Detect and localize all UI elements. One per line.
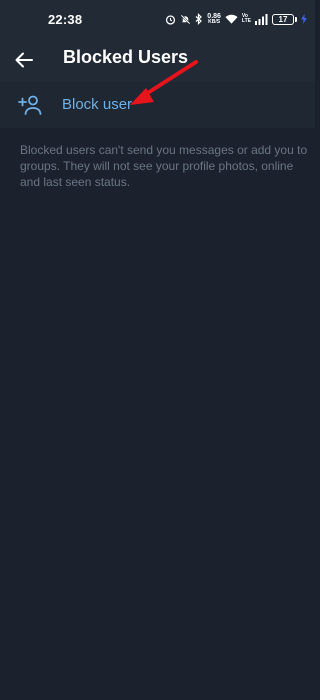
volte-indicator: Vo LTE <box>242 14 251 24</box>
back-button[interactable] <box>10 46 38 74</box>
network-speed-unit: KB/S <box>208 19 221 25</box>
page-title: Blocked Users <box>63 47 189 67</box>
back-arrow-icon <box>15 52 33 68</box>
mute-icon <box>181 14 191 24</box>
block-user-label: Block user <box>62 96 133 113</box>
signal-icon <box>255 13 268 25</box>
status-bar: 22:38 0.86 KB/S Vo LTE 17 <box>0 0 315 38</box>
block-user-button[interactable]: Block user <box>0 82 315 128</box>
status-icons: 0.86 KB/S Vo LTE 17 <box>165 11 307 27</box>
status-time: 22:38 <box>48 12 83 27</box>
blocked-users-info: Blocked users can't send you messages or… <box>20 143 308 189</box>
wifi-icon <box>225 14 238 24</box>
network-speed: 0.86 KB/S <box>207 13 221 25</box>
alarm-icon <box>166 14 176 25</box>
toolbar: Blocked Users <box>0 38 315 82</box>
volte-bottom: LTE <box>241 18 251 24</box>
battery-level: 17 <box>272 13 294 25</box>
battery-indicator: 17 <box>272 13 297 25</box>
bluetooth-icon <box>195 13 203 25</box>
add-user-icon <box>18 95 42 115</box>
charging-icon <box>301 14 307 24</box>
battery-tip <box>295 16 297 22</box>
